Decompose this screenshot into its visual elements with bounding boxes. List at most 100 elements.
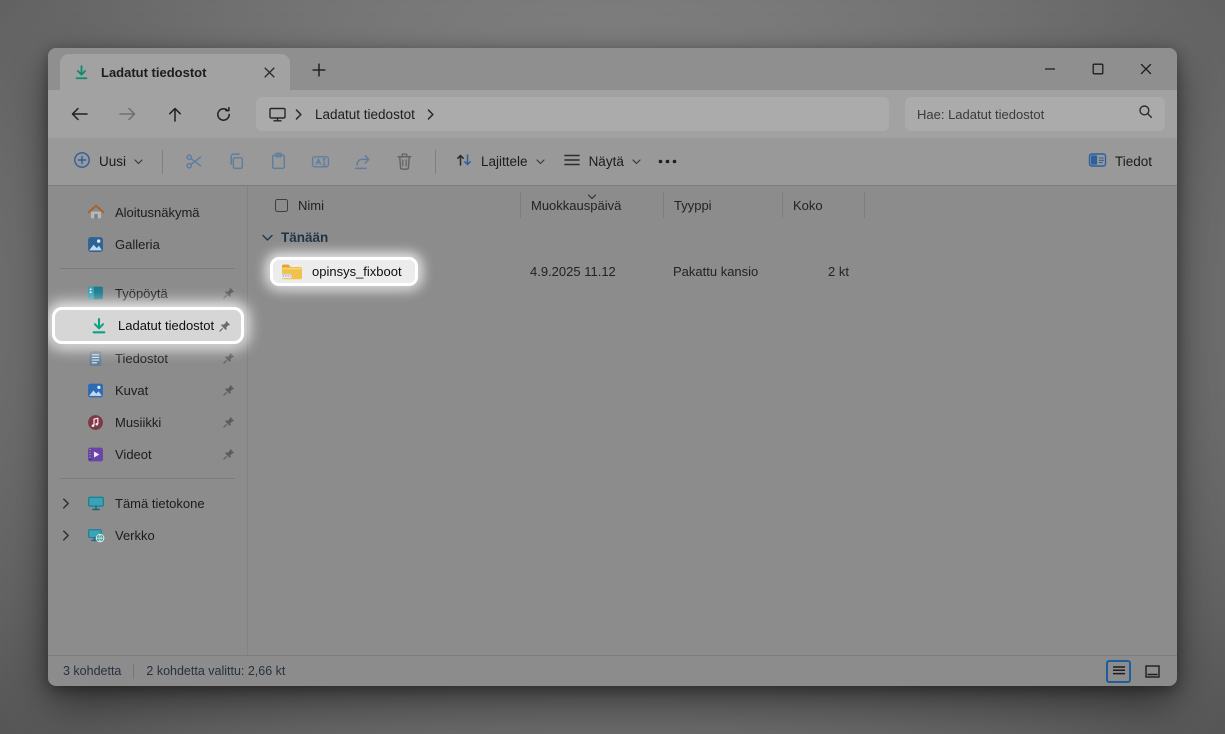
search-icon [1138, 104, 1153, 124]
minimize-button[interactable] [1033, 54, 1067, 84]
sort-button[interactable]: Lajittele [446, 144, 554, 180]
sidebar-item-pictures[interactable]: Kuvat [48, 374, 247, 406]
sidebar-divider [60, 268, 235, 269]
view-toggles [1106, 660, 1165, 683]
window-controls [1033, 48, 1163, 90]
new-button[interactable]: Uusi [64, 144, 152, 180]
pin-icon[interactable] [217, 319, 233, 333]
file-name: opinsys_fixboot [312, 264, 402, 279]
group-collapse-chevron-icon[interactable] [262, 234, 273, 242]
pictures-icon [86, 381, 105, 399]
status-divider [133, 664, 134, 679]
sidebar-divider [60, 478, 235, 479]
tutorial-backdrop: Ladatut tiedostot [0, 0, 1225, 734]
close-button[interactable] [1129, 54, 1163, 84]
column-header-size[interactable]: Koko [782, 192, 865, 218]
share-button[interactable] [341, 144, 383, 180]
details-pane-icon [1088, 152, 1107, 171]
pin-icon[interactable] [221, 415, 237, 429]
sidebar-item-this-pc[interactable]: Tämä tietokone [48, 487, 247, 519]
explorer-tab[interactable]: Ladatut tiedostot [60, 54, 290, 90]
up-button[interactable] [160, 99, 190, 129]
view-button[interactable]: Näytä [554, 144, 650, 180]
details-button[interactable]: Tiedot [1079, 144, 1161, 180]
sidebar-item-videos[interactable]: Videot [48, 438, 247, 470]
zip-folder-icon [281, 263, 303, 280]
address-bar[interactable]: Ladatut tiedostot [256, 97, 889, 131]
cut-button[interactable] [173, 144, 215, 180]
videos-icon [86, 445, 105, 463]
navigation-bar: Ladatut tiedostot [48, 90, 1177, 138]
sidebar-item-home[interactable]: Aloitusnäkymä [48, 196, 247, 228]
pin-icon[interactable] [221, 383, 237, 397]
file-explorer-window: Ladatut tiedostot [48, 48, 1177, 686]
file-list-pane: Nimi Muokkauspäivä Tyyppi Koko [248, 186, 1177, 655]
forward-button[interactable] [112, 99, 142, 129]
sidebar-item-gallery[interactable]: Galleria [48, 228, 247, 260]
sidebar-item-downloads[interactable]: Ladatut tiedostot [52, 307, 244, 344]
file-modified: 4.9.2025 11.12 [520, 264, 663, 279]
refresh-button[interactable] [208, 99, 238, 129]
gallery-icon [86, 235, 105, 253]
delete-button[interactable] [383, 144, 425, 180]
paste-button[interactable] [257, 144, 299, 180]
expand-chevron-icon[interactable] [62, 530, 86, 541]
file-row[interactable]: opinsys_fixboot 4.9.2025 11.12 Pakattu k… [268, 253, 1177, 289]
breadcrumb-item[interactable]: Ladatut tiedostot [315, 107, 415, 122]
maximize-button[interactable] [1081, 54, 1115, 84]
selection-summary: 2 kohdetta valittu: 2,66 kt [146, 664, 285, 678]
pin-icon[interactable] [221, 447, 237, 461]
new-tab-button[interactable] [304, 55, 334, 85]
pin-icon[interactable] [221, 286, 237, 300]
breadcrumb-chevron-icon[interactable] [427, 109, 435, 120]
downloads-icon [72, 63, 91, 81]
items-count: 3 kohdetta [63, 664, 121, 678]
file-size: 2 kt [782, 264, 865, 279]
plus-circle-icon [73, 151, 91, 172]
column-header-modified[interactable]: Muokkauspäivä [520, 192, 663, 218]
rename-button[interactable] [299, 144, 341, 180]
sort-direction-icon [588, 188, 597, 203]
search-input[interactable] [917, 107, 1138, 122]
sidebar-item-music[interactable]: Musiikki [48, 406, 247, 438]
status-bar: 3 kohdetta 2 kohdetta valittu: 2,66 kt [48, 655, 1177, 686]
view-lines-icon [563, 152, 581, 171]
view-button-label: Näytä [589, 154, 624, 169]
sort-button-label: Lajittele [481, 154, 528, 169]
select-all-checkbox[interactable] [275, 199, 288, 212]
chevron-down-icon [134, 159, 143, 165]
highlighted-file[interactable]: opinsys_fixboot [270, 257, 418, 286]
tab-title: Ladatut tiedostot [101, 65, 258, 80]
search-box[interactable] [905, 97, 1165, 131]
more-options-button[interactable] [650, 144, 686, 180]
navigation-pane: Aloitusnäkymä Galleria Työpöytä [48, 186, 248, 655]
details-view-toggle[interactable] [1106, 660, 1131, 683]
tab-close-icon[interactable] [258, 61, 280, 83]
new-button-label: Uusi [99, 154, 126, 169]
downloads-icon [89, 317, 108, 335]
music-icon [86, 413, 105, 431]
back-button[interactable] [64, 99, 94, 129]
sidebar-item-documents[interactable]: Tiedostot [48, 342, 247, 374]
sidebar-item-desktop[interactable]: Työpöytä [48, 277, 247, 309]
file-type: Pakattu kansio [663, 264, 782, 279]
column-header-name[interactable]: Nimi [268, 192, 520, 218]
expand-chevron-icon[interactable] [62, 498, 86, 509]
copy-button[interactable] [215, 144, 257, 180]
group-header-today[interactable]: Tänään [262, 230, 1177, 245]
this-pc-icon [86, 494, 105, 512]
this-pc-icon[interactable] [268, 105, 287, 123]
network-icon [86, 526, 105, 544]
explorer-body: Aloitusnäkymä Galleria Työpöytä [48, 186, 1177, 655]
breadcrumb-chevron-icon [295, 109, 303, 120]
icons-view-toggle[interactable] [1140, 660, 1165, 683]
sidebar-item-network[interactable]: Verkko [48, 519, 247, 551]
tab-strip: Ladatut tiedostot [48, 48, 1177, 90]
toolbar-divider [162, 150, 163, 174]
sort-icon [455, 151, 473, 172]
desktop-icon [86, 284, 105, 302]
chevron-down-icon [536, 159, 545, 165]
column-header-type[interactable]: Tyyppi [663, 192, 782, 218]
documents-icon [86, 349, 105, 367]
pin-icon[interactable] [221, 351, 237, 365]
